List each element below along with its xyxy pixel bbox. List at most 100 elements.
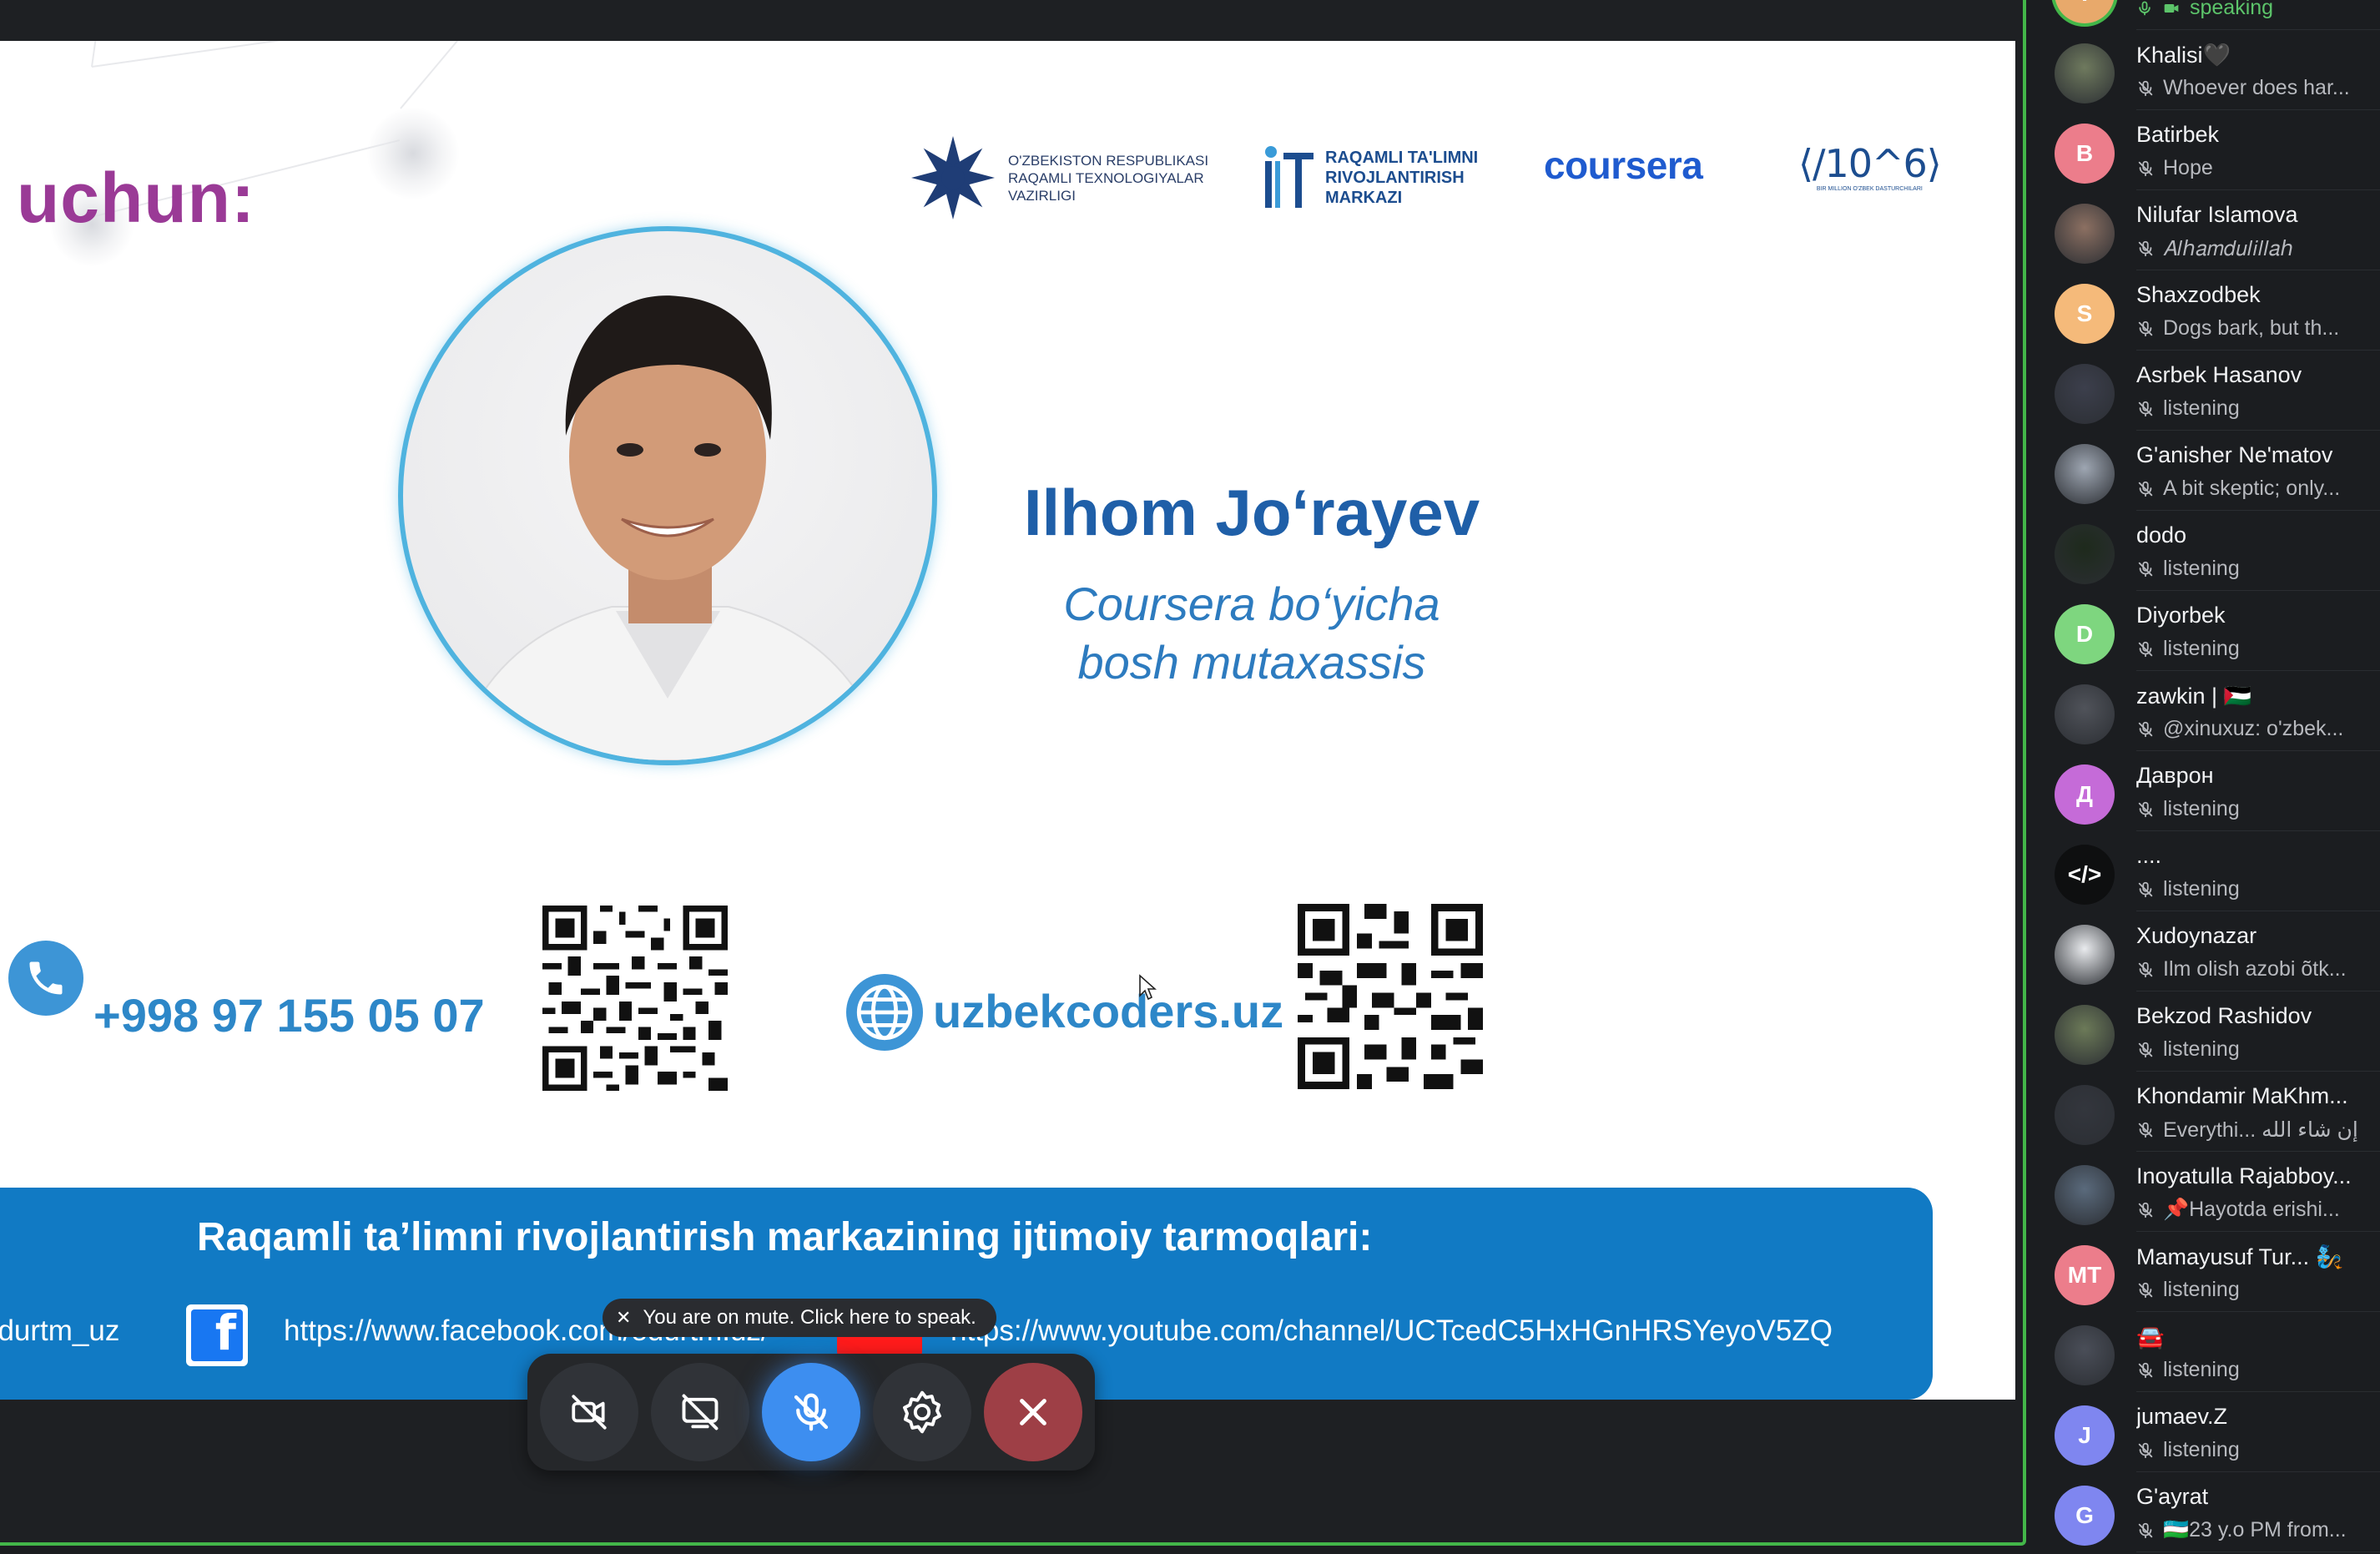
avatar[interactable]: </>	[2055, 845, 2115, 905]
avatar[interactable]	[2055, 1085, 2115, 1145]
microphone-off-icon	[2138, 1042, 2153, 1057]
avatar[interactable]	[2055, 684, 2115, 744]
participant-status: 📌Hayotda erishi...	[2136, 1198, 2378, 1222]
camera-off-icon	[572, 1395, 607, 1430]
avatar[interactable]: MT	[2055, 1245, 2115, 1305]
avatar[interactable]	[2055, 1005, 2115, 1065]
screen-share-area: uchun: O'ZBEKISTON RESPUBLIKASI RAQAMLI …	[0, 0, 2026, 1546]
screen-share-button[interactable]	[651, 1363, 749, 1461]
participant-row[interactable]: Asrbek Hasanov listening	[2030, 351, 2380, 431]
participant-status-text: listening	[2163, 1037, 2240, 1061]
camera-toggle-button[interactable]	[540, 1363, 638, 1461]
ministry-emblem-icon	[911, 136, 995, 219]
participant-row[interactable]: zawkin | 🇵🇸 @xinuxuz: o'zbek...	[2030, 671, 2380, 751]
participant-name: Batirbek	[2136, 122, 2220, 147]
participant-status: 𝐴𝑙ℎ𝑎𝑚𝑑𝑢𝑙𝑖𝑙𝑙𝑎ℎ	[2136, 236, 2378, 261]
participant-status: listening	[2136, 637, 2378, 661]
participant-row[interactable]: Khalisi🖤 Whoever does har...	[2030, 30, 2380, 110]
participant-status-text: Whoever does har...	[2163, 76, 2350, 99]
microphone-off-icon	[2138, 160, 2153, 176]
participant-status: listening	[2136, 877, 2378, 901]
participant-row[interactable]: G G'ayrat 🇺🇿23 y.o PM from...	[2030, 1472, 2380, 1552]
participant-row[interactable]: dodo listening	[2030, 511, 2380, 591]
participant-status-text: Dogs bark, but th...	[2163, 316, 2340, 340]
participant-name: Mamayusuf Tur... 🧞	[2136, 1244, 2344, 1269]
microphone-off-icon	[794, 1393, 829, 1431]
avatar[interactable]	[2055, 1165, 2115, 1225]
participant-row[interactable]: Inoyatulla Rajabboy... 📌Hayotda erishi...	[2030, 1152, 2380, 1232]
participant-row[interactable]: MT Mamayusuf Tur... 🧞 listening	[2030, 1232, 2380, 1312]
participant-status-text: speaking	[2190, 0, 2274, 19]
participant-status: listening	[2136, 1438, 2378, 1462]
settings-button[interactable]	[873, 1363, 971, 1461]
microphone-off-icon	[2138, 1522, 2153, 1538]
close-icon[interactable]: ✕	[616, 1307, 631, 1329]
avatar[interactable]: B	[2055, 124, 2115, 184]
participant-name: Khondamir MaKhm...	[2136, 1083, 2348, 1108]
decoration-dot	[367, 108, 459, 199]
participant-name: Shaxzodbek	[2136, 282, 2261, 307]
participant-status: listening	[2136, 396, 2378, 421]
avatar[interactable]	[2055, 444, 2115, 504]
participant-row[interactable]: </>.... listening	[2030, 831, 2380, 911]
microphone-off-icon	[2138, 961, 2153, 977]
microphone-off-icon	[2138, 1202, 2153, 1218]
participants-panel: Tspeaking Khalisi🖤 Whoever does har... B Bat…	[2030, 0, 2380, 1554]
avatar[interactable]: Д	[2055, 764, 2115, 825]
avatar[interactable]: J	[2055, 1405, 2115, 1466]
participant-status-text: listening	[2163, 797, 2240, 820]
leave-call-button[interactable]	[984, 1363, 1082, 1461]
participant-status-text: Everythi... إن شاء الله	[2163, 1118, 2358, 1142]
qr-code-icon	[542, 906, 728, 1091]
participant-row[interactable]: D Diyorbek listening	[2030, 591, 2380, 671]
participant-row[interactable]: Jjumaev.Z listening	[2030, 1392, 2380, 1472]
avatar[interactable]	[2055, 925, 2115, 985]
one-million-coders-logo: ⟨/10^6⟩ BIR MILLION O'ZBEK DASTURCHILARI	[1798, 141, 1942, 193]
participant-status: @xinuxuz: o'zbek...	[2136, 717, 2378, 741]
participant-status: Everythi... إن شاء الله	[2136, 1118, 2378, 1143]
microphone-off-icon	[2138, 320, 2153, 336]
avatar[interactable]	[2055, 364, 2115, 424]
microphone-toggle-button[interactable]	[762, 1363, 860, 1461]
participant-row[interactable]: G'anisher Ne'matov A bit skeptic; only...	[2030, 431, 2380, 511]
rtrm-emblem-icon	[1265, 146, 1314, 208]
participant-row[interactable]: S Shaxzodbek Dogs bark, but th...	[2030, 270, 2380, 351]
participant-name: Diyorbek	[2136, 603, 2226, 628]
participant-row[interactable]: Bekzod Rashidov listening	[2030, 991, 2380, 1072]
participant-name: jumaev.Z	[2136, 1404, 2228, 1429]
avatar[interactable]	[2055, 1325, 2115, 1385]
ministry-logo: O'ZBEKISTON RESPUBLIKASI RAQAMLI TEXNOLO…	[910, 134, 1208, 221]
microphone-off-icon	[2138, 1122, 2153, 1138]
participant-row[interactable]: Nilufar Islamova 𝐴𝑙ℎ𝑎𝑚𝑑𝑢𝑙𝑖𝑙𝑙𝑎ℎ	[2030, 190, 2380, 270]
avatar[interactable]: D	[2055, 604, 2115, 664]
avatar[interactable]	[2055, 43, 2115, 103]
participant-status: Ilm olish azobi õtk...	[2136, 957, 2378, 981]
mute-tooltip[interactable]: ✕ You are on mute. Click here to speak.	[603, 1299, 996, 1337]
participant-row[interactable]: B Batirbek Hope	[2030, 110, 2380, 190]
avatar[interactable]: T	[2055, 0, 2115, 23]
participant-status: Whoever does har...	[2136, 76, 2378, 100]
participant-status: listening	[2136, 797, 2378, 821]
participant-row[interactable]: Д Даврон listening	[2030, 751, 2380, 831]
participant-status-text: listening	[2163, 637, 2240, 660]
globe-icon	[846, 974, 923, 1051]
microphone-icon	[2139, 1, 2151, 15]
avatar[interactable]: G	[2055, 1486, 2115, 1546]
participant-row[interactable]: Khondamir MaKhm... Everythi... إن شاء الل…	[2030, 1072, 2380, 1152]
youtube-link: https://www.youtube.com/channel/UCTcedC5…	[950, 1314, 1833, 1347]
participant-status-text: A bit skeptic; only...	[2163, 477, 2341, 500]
participant-row[interactable]: Xudoynazar Ilm olish azobi õtk...	[2030, 911, 2380, 991]
avatar[interactable]: S	[2055, 284, 2115, 344]
microphone-off-icon	[2138, 801, 2153, 817]
participant-status-text: listening	[2163, 1438, 2240, 1461]
avatar[interactable]	[2055, 524, 2115, 584]
participant-name: Khalisi🖤	[2136, 43, 2231, 68]
screen-share-off-icon	[682, 1394, 719, 1430]
slide-title: uchun:	[17, 159, 255, 237]
avatar[interactable]	[2055, 204, 2115, 264]
participant-status-text: 📌Hayotda erishi...	[2163, 1198, 2340, 1221]
participant-row[interactable]: Tspeaking	[2030, 0, 2380, 30]
participant-name: Даврон	[2136, 763, 2214, 788]
participant-row[interactable]: 🚘 listening	[2030, 1312, 2380, 1392]
participant-name: Bekzod Rashidov	[2136, 1003, 2312, 1028]
